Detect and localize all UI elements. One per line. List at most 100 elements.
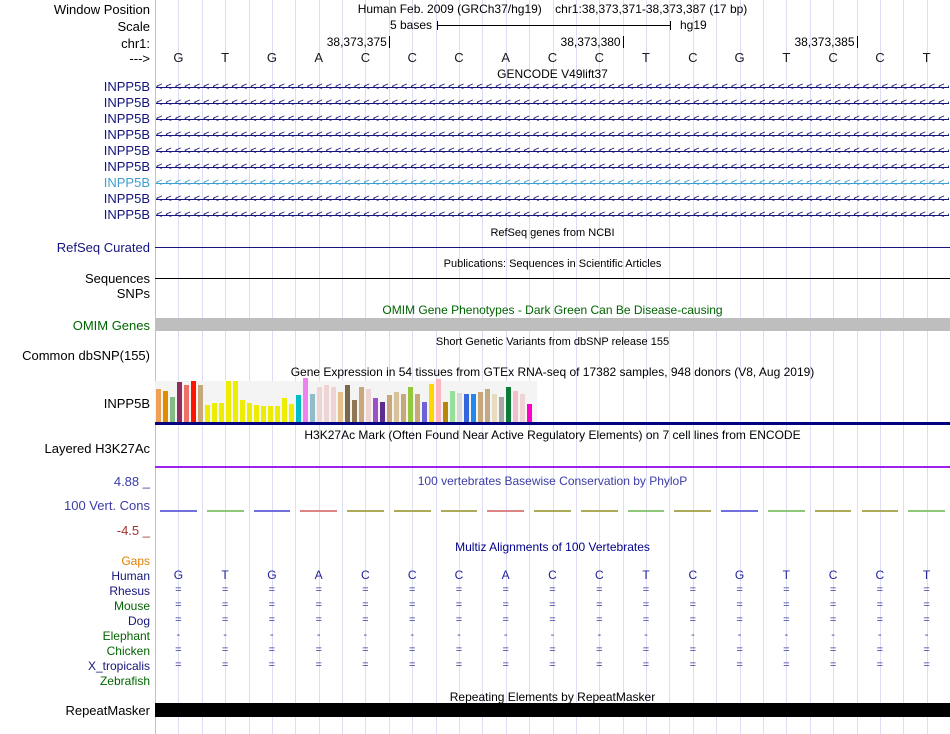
h3k27ac-signal-line[interactable]	[155, 466, 950, 468]
species-label-x_tropicalis[interactable]: X_tropicalis	[88, 658, 150, 674]
gtex-tissue-bar[interactable]	[226, 381, 231, 422]
gene-transcript-row[interactable]: <<<<<<<<<<<<<<<<<<<<<<<<<<<<<<<<<<<<<<<<…	[156, 95, 949, 111]
gene-label[interactable]: INPP5B	[104, 111, 150, 127]
track-label-gtex-gene[interactable]: INPP5B	[104, 396, 150, 412]
gtex-tissue-bar[interactable]	[282, 398, 287, 422]
gtex-tissue-bar[interactable]	[408, 387, 413, 422]
track-label-sequences[interactable]: Sequences	[85, 271, 150, 287]
gtex-tissue-bar[interactable]	[464, 394, 469, 422]
gtex-tissue-bar[interactable]	[457, 393, 462, 422]
gene-transcript-row[interactable]: <<<<<<<<<<<<<<<<<<<<<<<<<<<<<<<<<<<<<<<<…	[156, 159, 949, 175]
gtex-tissue-bar[interactable]	[520, 394, 525, 422]
gene-label[interactable]: INPP5B	[104, 175, 150, 191]
track-label-refseq[interactable]: RefSeq Curated	[57, 240, 150, 256]
gtex-tissue-bar[interactable]	[436, 379, 441, 422]
gtex-tissue-bar[interactable]	[170, 397, 175, 422]
gtex-tissue-bar[interactable]	[513, 391, 518, 422]
gtex-tissue-bar[interactable]	[352, 400, 357, 422]
track-label-h3k27ac[interactable]: Layered H3K27Ac	[44, 441, 150, 457]
gtex-tissue-bar[interactable]	[499, 397, 504, 422]
gtex-tissue-bar[interactable]	[422, 402, 427, 422]
species-label-chicken[interactable]: Chicken	[107, 643, 150, 659]
gtex-tissue-bar[interactable]	[338, 392, 343, 422]
gtex-tissue-bar[interactable]	[233, 381, 238, 422]
species-label-dog[interactable]: Dog	[128, 613, 150, 629]
gene-transcript-row[interactable]: <<<<<<<<<<<<<<<<<<<<<<<<<<<<<<<<<<<<<<<<…	[156, 207, 949, 223]
track-label-snps[interactable]: SNPs	[117, 286, 150, 302]
gtex-tissue-bar[interactable]	[380, 402, 385, 422]
gtex-tissue-bar[interactable]	[177, 382, 182, 422]
species-label-rhesus[interactable]: Rhesus	[109, 583, 150, 599]
track-label-omim[interactable]: OMIM Genes	[73, 318, 150, 334]
refseq-track-line[interactable]	[155, 247, 950, 248]
gtex-tissue-bar[interactable]	[303, 378, 308, 422]
gene-transcript-row[interactable]: <<<<<<<<<<<<<<<<<<<<<<<<<<<<<<<<<<<<<<<<…	[156, 191, 949, 207]
species-label-elephant[interactable]: Elephant	[103, 628, 150, 644]
gene-label[interactable]: INPP5B	[104, 159, 150, 175]
gtex-tissue-bar[interactable]	[527, 404, 532, 422]
gene-transcript-row[interactable]: <<<<<<<<<<<<<<<<<<<<<<<<<<<<<<<<<<<<<<<<…	[156, 79, 949, 95]
gtex-tissue-bar[interactable]	[366, 389, 371, 422]
repeatmasker-bar[interactable]	[155, 703, 950, 717]
gtex-tissue-bar[interactable]	[296, 395, 301, 422]
gtex-tissue-bar[interactable]	[317, 387, 322, 422]
gtex-tissue-bar[interactable]	[331, 387, 336, 422]
gtex-tissue-bar[interactable]	[373, 398, 378, 422]
sequence-base: C	[407, 568, 417, 582]
gtex-tissue-bar[interactable]	[156, 389, 161, 422]
track-label-dbsnp[interactable]: Common dbSNP(155)	[22, 348, 150, 364]
gtex-tissue-bar[interactable]	[471, 394, 476, 422]
gtex-tissue-bar[interactable]	[275, 406, 280, 422]
species-label-mouse[interactable]: Mouse	[114, 598, 150, 614]
gtex-tissue-bar[interactable]	[198, 385, 203, 422]
gene-label[interactable]: INPP5B	[104, 207, 150, 223]
gtex-tissue-bar[interactable]	[401, 394, 406, 422]
gtex-tissue-bar[interactable]	[268, 406, 273, 422]
gene-label[interactable]: INPP5B	[104, 127, 150, 143]
gtex-tissue-bar[interactable]	[485, 389, 490, 422]
gtex-tissue-bar[interactable]	[387, 395, 392, 422]
track-label-repeatmasker[interactable]: RepeatMasker	[65, 703, 150, 719]
sequences-track-line[interactable]	[155, 278, 950, 279]
gtex-tissue-bar[interactable]	[359, 387, 364, 422]
omim-gene-bar[interactable]	[155, 318, 950, 331]
gtex-tissue-bar[interactable]	[492, 394, 497, 422]
species-label-human[interactable]: Human	[111, 568, 150, 584]
gtex-tissue-bar[interactable]	[443, 402, 448, 422]
gtex-tissue-bar[interactable]	[415, 394, 420, 422]
gtex-tissue-bar[interactable]	[345, 385, 350, 422]
genome-browser-image[interactable]: Window Position Scale chr1: ---> RefSeq …	[0, 0, 950, 734]
gtex-tissue-bar[interactable]	[191, 381, 196, 422]
alignment-mark: =	[502, 659, 509, 671]
gene-label[interactable]: INPP5B	[104, 79, 150, 95]
gtex-tissue-bar[interactable]	[429, 384, 434, 422]
gene-transcript-row[interactable]: <<<<<<<<<<<<<<<<<<<<<<<<<<<<<<<<<<<<<<<<…	[156, 127, 949, 143]
gtex-tissue-bar[interactable]	[478, 392, 483, 422]
gtex-tissue-bar[interactable]	[289, 404, 294, 422]
species-label-zebrafish[interactable]: Zebrafish	[100, 673, 150, 689]
gtex-tissue-bar[interactable]	[310, 394, 315, 422]
gtex-tissue-bar[interactable]	[506, 387, 511, 422]
gene-transcript-row[interactable]: <<<<<<<<<<<<<<<<<<<<<<<<<<<<<<<<<<<<<<<<…	[156, 143, 949, 159]
track-label-cons[interactable]: 100 Vert. Cons	[64, 498, 150, 514]
gtex-tissue-bar[interactable]	[212, 403, 217, 422]
gtex-tissue-bar[interactable]	[254, 405, 259, 422]
gtex-tissue-bar[interactable]	[240, 400, 245, 422]
gtex-tissue-bar[interactable]	[394, 392, 399, 422]
gtex-tissue-bar[interactable]	[247, 403, 252, 422]
gtex-tissue-bar[interactable]	[450, 391, 455, 422]
gtex-tissue-bar[interactable]	[205, 405, 210, 422]
gene-transcript-row[interactable]: <<<<<<<<<<<<<<<<<<<<<<<<<<<<<<<<<<<<<<<<…	[156, 111, 949, 127]
gene-label[interactable]: INPP5B	[104, 143, 150, 159]
gene-transcript-row[interactable]: <<<<<<<<<<<<<<<<<<<<<<<<<<<<<<<<<<<<<<<<…	[156, 175, 949, 191]
gtex-tissue-bar[interactable]	[184, 385, 189, 422]
gtex-tissue-bar[interactable]	[324, 385, 329, 422]
alignment-mark: =	[175, 644, 182, 656]
species-label-gaps[interactable]: Gaps	[121, 553, 150, 569]
gtex-tissue-bar[interactable]	[163, 391, 168, 422]
gene-label[interactable]: INPP5B	[104, 191, 150, 207]
gtex-tissue-bar[interactable]	[261, 406, 266, 422]
gtex-tissue-bar[interactable]	[219, 403, 224, 422]
gene-label[interactable]: INPP5B	[104, 95, 150, 111]
gtex-baseline[interactable]	[155, 422, 950, 425]
